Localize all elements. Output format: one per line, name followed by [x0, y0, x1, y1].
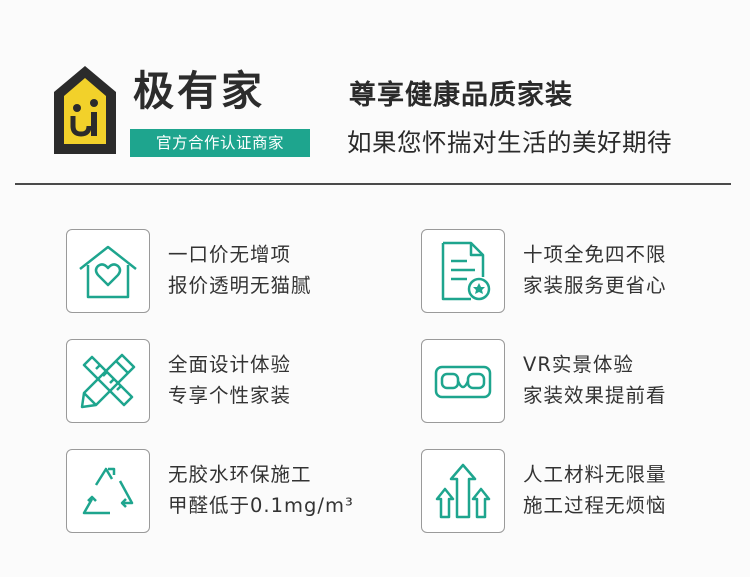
feature-subtitle: 家装服务更省心 [523, 274, 667, 297]
feature-subtitle: 报价透明无猫腻 [168, 274, 312, 297]
feature-title: 十项全免四不限 [523, 243, 667, 266]
feature-design: 全面设计体验 专享个性家装 [66, 339, 396, 425]
house-ui-logo-icon [54, 66, 116, 154]
document-star-icon [441, 241, 491, 301]
feature-icon-box [421, 229, 505, 313]
feature-icon-box [421, 339, 505, 423]
brand-name: 极有家 [133, 67, 265, 115]
certified-merchant-badge: 官方合作认证商家 [130, 129, 310, 157]
feature-subtitle: 甲醛低于0.1mg/m³ [168, 494, 354, 517]
feature-vr: VR实景体验 家装效果提前看 [421, 339, 750, 425]
feature-subtitle: 家装效果提前看 [523, 384, 667, 407]
feature-title: VR实景体验 [523, 353, 634, 376]
feature-subtitle: 专享个性家装 [168, 384, 292, 407]
feature-icon-box [66, 449, 150, 533]
feature-eco: 无胶水环保施工 甲醛低于0.1mg/m³ [66, 449, 396, 535]
vr-goggles-icon [434, 365, 492, 399]
arrows-up-icon [435, 463, 491, 519]
feature-title: 无胶水环保施工 [168, 463, 312, 486]
slogan-subtitle: 如果您怀揣对生活的美好期待 [347, 128, 672, 157]
feature-title: 人工材料无限量 [523, 463, 667, 486]
feature-fixed-price: 一口价无增项 报价透明无猫腻 [66, 229, 396, 315]
feature-title: 一口价无增项 [168, 243, 292, 266]
feature-icon-box [421, 449, 505, 533]
pencil-ruler-icon [80, 353, 136, 409]
header: 极有家 官方合作认证商家 尊享健康品质家装 如果您怀揣对生活的美好期待 [0, 0, 750, 190]
slogan-title: 尊享健康品质家装 [349, 80, 573, 111]
feature-unlimited: 人工材料无限量 施工过程无烦恼 [421, 449, 750, 535]
feature-title: 全面设计体验 [168, 353, 292, 376]
heart-house-icon [79, 245, 137, 299]
feature-subtitle: 施工过程无烦恼 [523, 494, 667, 517]
recycle-icon [82, 467, 134, 515]
header-divider [15, 183, 731, 185]
feature-icon-box [66, 229, 150, 313]
feature-icon-box [66, 339, 150, 423]
feature-free-services: 十项全免四不限 家装服务更省心 [421, 229, 750, 315]
